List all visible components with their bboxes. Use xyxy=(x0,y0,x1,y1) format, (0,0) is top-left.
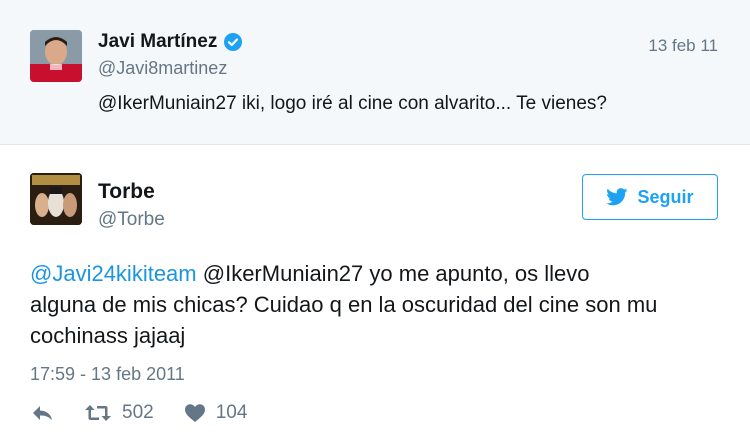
quoted-tweet-text: @IkerMuniain27 iki, logo iré al cine con… xyxy=(98,93,607,114)
retweet-button[interactable]: 502 xyxy=(84,402,154,424)
reply-button[interactable] xyxy=(30,403,54,423)
like-count: 104 xyxy=(215,402,248,423)
tweet-actions: 502 104 xyxy=(30,402,247,424)
tweet-text-line-3: cochinass jajaaj xyxy=(30,323,186,348)
author-handle[interactable]: @Torbe xyxy=(98,209,165,231)
retweet-count: 502 xyxy=(122,402,154,423)
author-avatar[interactable] xyxy=(30,173,82,225)
twitter-bird-icon xyxy=(606,188,628,206)
mention-link[interactable]: @Javi24kikiteam xyxy=(30,261,197,286)
tweet-text-line-2: alguna de mis chicas? Cuidao q en la osc… xyxy=(30,292,658,317)
follow-button[interactable]: Seguir xyxy=(582,174,718,220)
author-name[interactable]: Torbe xyxy=(98,180,155,204)
follow-button-label: Seguir xyxy=(637,186,694,207)
retweet-icon xyxy=(84,403,112,423)
quoted-author-name[interactable]: Javi Martínez xyxy=(98,31,217,53)
heart-icon xyxy=(184,403,206,423)
verified-badge-icon xyxy=(223,32,243,52)
tweet-timestamp[interactable]: 17:59 - 13 feb 2011 xyxy=(30,364,185,385)
tweet-text-segment: yo me apunto, os llevo xyxy=(363,261,590,286)
quoted-author-handle[interactable]: @Javi8martinez xyxy=(98,58,227,79)
reply-icon xyxy=(30,403,54,423)
like-button[interactable]: 104 xyxy=(184,402,248,424)
quoted-tweet-date[interactable]: 13 feb 11 xyxy=(648,36,718,56)
quoted-tweet[interactable]: Javi Martínez @Javi8martinez 13 feb 11 @… xyxy=(0,0,750,145)
mention-link[interactable]: @IkerMuniain27 xyxy=(203,261,364,286)
quoted-author-avatar[interactable] xyxy=(30,30,82,82)
tweet-text-line-1: @Javi24kikiteam @IkerMuniain27 yo me apu… xyxy=(30,258,730,289)
tweet-text: @Javi24kikiteam @IkerMuniain27 yo me apu… xyxy=(30,258,730,351)
